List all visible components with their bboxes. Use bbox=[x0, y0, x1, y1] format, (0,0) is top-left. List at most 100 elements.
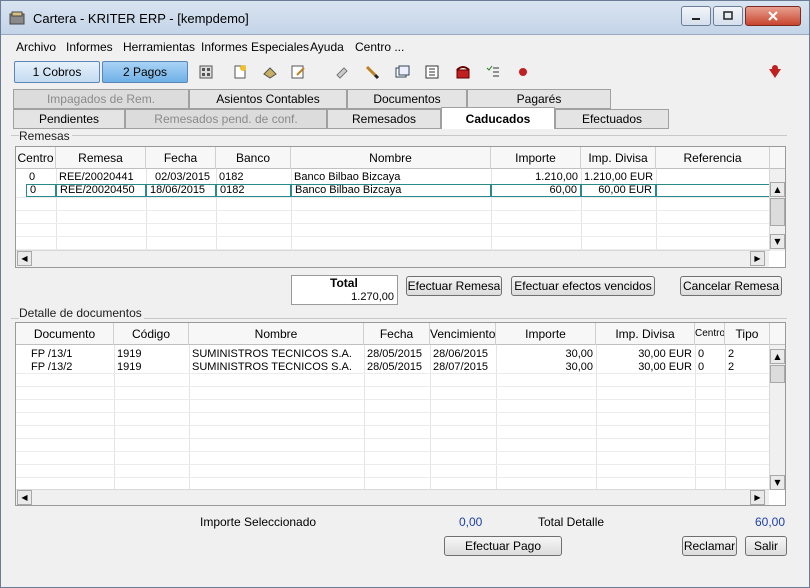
col-importe[interactable]: Importe bbox=[491, 147, 581, 169]
tab-asientos-contables[interactable]: Asientos Contables bbox=[189, 89, 347, 109]
col-importe[interactable]: Importe bbox=[496, 323, 596, 345]
cell-fecha: 02/03/2015 bbox=[155, 171, 211, 183]
phone-icon[interactable] bbox=[455, 64, 471, 80]
app-icon bbox=[9, 11, 25, 25]
cell-documento: FP /13/1 bbox=[31, 348, 73, 360]
col-referencia[interactable]: Referencia bbox=[656, 147, 770, 169]
scroll-right-icon[interactable]: ▶ bbox=[750, 490, 765, 505]
menu-ayuda[interactable]: Ayuda bbox=[310, 40, 344, 54]
efectuar-vencidos-button[interactable]: Efectuar efectos vencidos bbox=[511, 276, 655, 296]
cell-remesa: REE/20020441 bbox=[59, 171, 134, 183]
table-row-selected[interactable]: 0 REE/20020450 18/06/2015 0182 Banco Bil… bbox=[16, 184, 785, 197]
cobros-button[interactable]: 1 Cobros bbox=[14, 61, 100, 83]
detalle-vscroll[interactable]: ▲ ▼ bbox=[769, 345, 785, 490]
help-icon[interactable] bbox=[767, 64, 783, 80]
close-icon bbox=[768, 11, 778, 21]
efectuar-pago-button[interactable]: Efectuar Pago bbox=[444, 536, 562, 556]
ledger-icon[interactable] bbox=[424, 64, 440, 80]
minimize-button[interactable] bbox=[681, 6, 711, 26]
title-bar[interactable]: Cartera - KRITER ERP - [kempdemo] bbox=[1, 1, 809, 35]
tab-remesados[interactable]: Remesados bbox=[327, 109, 441, 129]
scroll-thumb[interactable] bbox=[770, 365, 785, 383]
col-vencimiento[interactable]: Vencimiento bbox=[430, 323, 496, 345]
scroll-left-icon[interactable]: ◀ bbox=[17, 251, 32, 266]
total-label: Total bbox=[330, 276, 358, 290]
cell-importe: 1.210,00 bbox=[535, 171, 578, 183]
tab-row-2: Pendientes Remesados pend. de conf. Reme… bbox=[13, 107, 783, 129]
scroll-up-icon[interactable]: ▲ bbox=[770, 182, 785, 197]
efectuar-remesa-button[interactable]: Efectuar Remesa bbox=[406, 276, 502, 296]
cell-vencimiento: 28/07/2015 bbox=[433, 361, 489, 373]
cell-banco: 0182 bbox=[216, 184, 291, 197]
calculator-icon[interactable] bbox=[198, 64, 214, 80]
tab-documentos[interactable]: Documentos bbox=[347, 89, 467, 109]
pin-icon[interactable] bbox=[515, 64, 531, 80]
importe-seleccionado-label: Importe Seleccionado bbox=[200, 515, 317, 529]
remesas-grid: Centro Remesa Fecha Banco Nombre Importe… bbox=[15, 146, 786, 268]
reclamar-button[interactable]: Reclamar bbox=[682, 536, 737, 556]
cell-centro: 0 bbox=[698, 348, 705, 360]
cell-imp-divisa: 1.210,00 EUR bbox=[584, 171, 654, 183]
tab-impagados-rem[interactable]: Impagados de Rem. bbox=[13, 89, 189, 109]
tab-remesados-pend-conf[interactable]: Remesados pend. de conf. bbox=[125, 109, 327, 129]
detalle-label: Detalle de documentos bbox=[19, 306, 144, 320]
menu-bar: Archivo Informes Herramientas Informes E… bbox=[1, 37, 809, 57]
total-detalle-label: Total Detalle bbox=[538, 515, 605, 529]
col-fecha[interactable]: Fecha bbox=[364, 323, 430, 345]
document-star-icon[interactable] bbox=[232, 64, 248, 80]
col-banco[interactable]: Banco bbox=[216, 147, 291, 169]
cards-icon[interactable] bbox=[394, 64, 410, 80]
close-button[interactable] bbox=[745, 6, 801, 26]
col-imp-divisa[interactable]: Imp. Divisa bbox=[581, 147, 656, 169]
maximize-button[interactable] bbox=[713, 6, 743, 26]
checklist-icon[interactable] bbox=[485, 64, 501, 80]
menu-informes-especiales[interactable]: Informes Especiales bbox=[201, 40, 309, 54]
scroll-left-icon[interactable]: ◀ bbox=[17, 490, 32, 505]
scroll-thumb[interactable] bbox=[770, 198, 785, 226]
col-documento[interactable]: Documento bbox=[16, 323, 114, 345]
cancelar-remesa-button[interactable]: Cancelar Remesa bbox=[680, 276, 782, 296]
menu-centro[interactable]: Centro ... bbox=[355, 40, 404, 54]
remesas-vscroll[interactable]: ▲ ▼ bbox=[769, 169, 785, 251]
remesas-hscroll[interactable]: ◀ ▶ bbox=[16, 250, 769, 267]
remesas-grid-header: Centro Remesa Fecha Banco Nombre Importe… bbox=[16, 147, 785, 169]
scroll-down-icon[interactable]: ▼ bbox=[770, 475, 785, 490]
scroll-down-icon[interactable]: ▼ bbox=[770, 234, 785, 249]
cell-nombre: Banco Bilbao Bizcaya bbox=[291, 184, 491, 197]
col-nombre[interactable]: Nombre bbox=[189, 323, 364, 345]
col-codigo[interactable]: Código bbox=[114, 323, 189, 345]
menu-informes[interactable]: Informes bbox=[66, 40, 113, 54]
tab-efectuados[interactable]: Efectuados bbox=[555, 109, 669, 129]
col-centro[interactable]: Centro bbox=[16, 147, 56, 169]
eraser-icon[interactable] bbox=[334, 64, 350, 80]
tab-pendientes[interactable]: Pendientes bbox=[13, 109, 125, 129]
col-tipo[interactable]: Tipo bbox=[725, 323, 770, 345]
edit-document-icon[interactable] bbox=[290, 64, 306, 80]
col-remesa[interactable]: Remesa bbox=[56, 147, 146, 169]
brush-icon[interactable] bbox=[364, 64, 380, 80]
col-imp-divisa[interactable]: Imp. Divisa bbox=[596, 323, 695, 345]
cell-fecha: 28/05/2015 bbox=[367, 348, 423, 360]
scroll-right-icon[interactable]: ▶ bbox=[750, 251, 765, 266]
cell-centro: 0 bbox=[26, 184, 56, 197]
tab-row-1: Impagados de Rem. Asientos Contables Doc… bbox=[13, 89, 783, 109]
table-row[interactable]: FP /13/2 1919 SUMINISTROS TECNICOS S.A. … bbox=[16, 361, 785, 374]
salir-button[interactable]: Salir bbox=[745, 536, 787, 556]
detalle-hscroll[interactable]: ◀ ▶ bbox=[16, 489, 769, 505]
menu-archivo[interactable]: Archivo bbox=[16, 40, 56, 54]
table-row[interactable]: FP /13/1 1919 SUMINISTROS TECNICOS S.A. … bbox=[16, 348, 785, 361]
col-nombre[interactable]: Nombre bbox=[291, 147, 491, 169]
scroll-up-icon[interactable]: ▲ bbox=[770, 349, 785, 364]
pagos-button[interactable]: 2 Pagos bbox=[102, 61, 188, 83]
tab-caducados[interactable]: Caducados bbox=[441, 107, 555, 129]
col-centro[interactable]: Centro bbox=[695, 323, 725, 345]
tab-pagares[interactable]: Pagarés bbox=[467, 89, 611, 109]
toolbar: 1 Cobros 2 Pagos bbox=[5, 59, 805, 85]
cell-tipo: 2 bbox=[728, 361, 735, 373]
col-fecha[interactable]: Fecha bbox=[146, 147, 216, 169]
stamp-icon[interactable] bbox=[262, 64, 278, 80]
cell-fecha: 18/06/2015 bbox=[146, 184, 216, 197]
cell-codigo: 1919 bbox=[117, 348, 142, 360]
menu-herramientas[interactable]: Herramientas bbox=[123, 40, 195, 54]
table-row[interactable]: 0 REE/20020441 02/03/2015 0182 Banco Bil… bbox=[16, 171, 785, 184]
